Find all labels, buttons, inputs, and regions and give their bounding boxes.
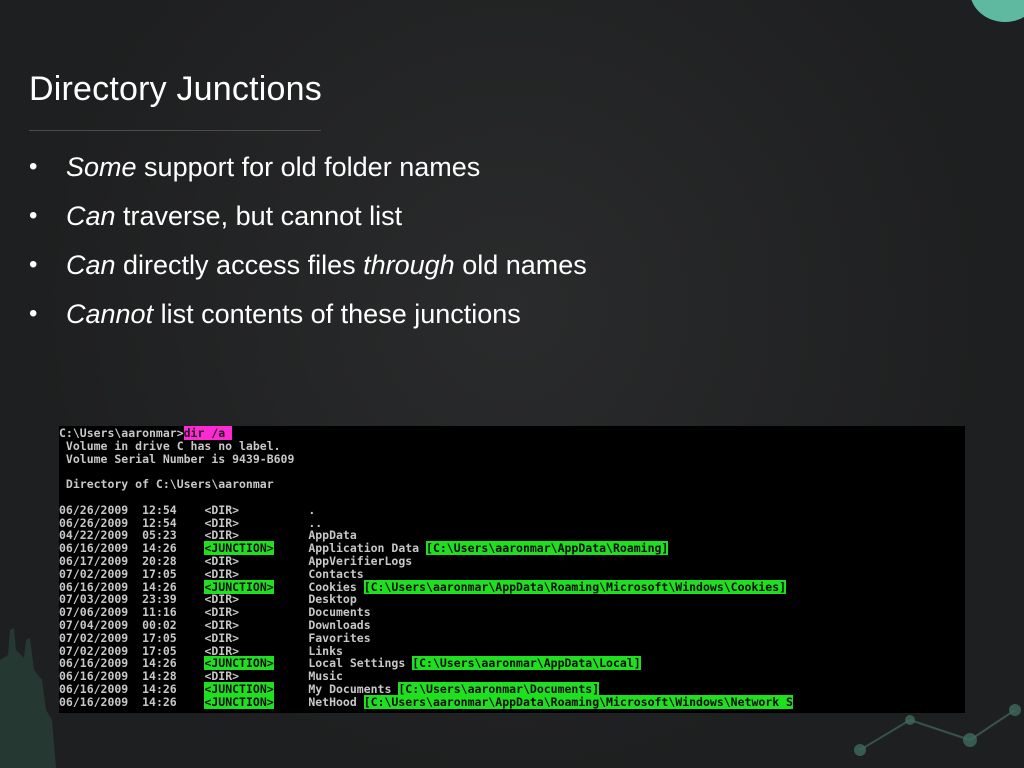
bullet-emphasis: Some xyxy=(66,152,137,182)
bullet-emphasis: Can xyxy=(66,201,116,231)
console-volume-label: Volume in drive C has no label. xyxy=(59,438,281,453)
console-entry-row: 06/16/2009 14:26 <JUNCTION> NetHood [C:\… xyxy=(59,694,965,709)
bullet-item: • Cannot list contents of these junctions xyxy=(29,297,587,346)
bullet-text-2: old names xyxy=(454,250,587,280)
bullet-glyph: • xyxy=(29,300,38,327)
entry-junction-type: <JUNCTION> xyxy=(204,694,274,709)
console-directory-of: Directory of C:\Users\aaronmar xyxy=(59,477,274,492)
console-command: dir /a xyxy=(183,426,233,440)
bullet-text: support for old folder names xyxy=(136,152,481,182)
bullet-item: • Can directly access files through old n… xyxy=(29,248,587,297)
entry-name: NetHood xyxy=(308,694,357,709)
accent-circle-decoration xyxy=(970,0,1024,22)
bullet-text: traverse, but cannot list xyxy=(115,201,403,231)
bullet-glyph: • xyxy=(29,202,38,229)
slide: Directory Junctions • Some support for ol… xyxy=(0,0,1024,768)
console-entry-row: 06/17/2009 20:28 <DIR> AppVerifierLogs xyxy=(59,555,965,568)
entry-dir-type: <DIR> xyxy=(204,566,240,581)
bullet-emphasis: Cannot xyxy=(66,299,154,329)
entry-junction-target: [C:\Users\aaronmar\AppData\Roaming\Micro… xyxy=(363,579,787,594)
console-entry-row: 07/04/2009 00:02 <DIR> Downloads xyxy=(59,619,965,632)
console-screenshot: C:\Users\aaronmar>dir /a Volume in drive… xyxy=(59,426,965,713)
entry-junction-target: [C:\Users\aaronmar\AppData\Local] xyxy=(412,656,641,671)
entry-junction-target: [C:\Users\aaronmar\AppData\Roaming\Micro… xyxy=(363,694,793,709)
bullet-item: • Can traverse, but cannot list xyxy=(29,199,587,248)
console-prompt-line: C:\Users\aaronmar>dir /a xyxy=(59,426,965,440)
console-entry-row: 07/02/2009 17:05 <DIR> Favorites xyxy=(59,631,965,645)
console-entry-row: 07/02/2009 17:05 <DIR> Contacts xyxy=(59,566,965,581)
bullet-glyph: • xyxy=(29,153,38,180)
city-silhouette-decoration xyxy=(0,628,56,768)
entry-time: 14:26 xyxy=(142,694,177,709)
entry-junction-target: [C:\Users\aaronmar\AppData\Roaming] xyxy=(426,541,669,556)
bullet-item: • Some support for old folder names xyxy=(29,150,587,199)
bullet-text: list contents of these junctions xyxy=(153,299,521,329)
bullet-list: • Some support for old folder names • Can … xyxy=(29,150,587,346)
console-entry-row: 06/26/2009 12:54 <DIR> . xyxy=(59,503,965,517)
entry-junction-type: <JUNCTION> xyxy=(204,681,274,696)
console-serial-number: Volume Serial Number is 9439-B609 xyxy=(59,451,295,466)
entry-junction-target: [C:\Users\aaronmar\Documents] xyxy=(398,681,600,696)
bullet-glyph: • xyxy=(29,251,38,278)
bullet-text: directly access files xyxy=(115,250,364,280)
title-underline xyxy=(29,130,321,131)
console-entry-list: 06/26/2009 12:54 <DIR> . 06/26/2009 12:54… xyxy=(59,503,965,709)
entry-date: 06/16/2009 xyxy=(59,694,129,709)
console-prompt: C:\Users\aaronmar> xyxy=(59,426,184,440)
slide-title: Directory Junctions xyxy=(29,70,322,108)
bullet-emphasis-2: through xyxy=(363,250,455,280)
console-entry-row: 06/16/2009 14:26 <JUNCTION> My Documents… xyxy=(59,681,965,696)
bullet-emphasis: Can xyxy=(66,250,116,280)
